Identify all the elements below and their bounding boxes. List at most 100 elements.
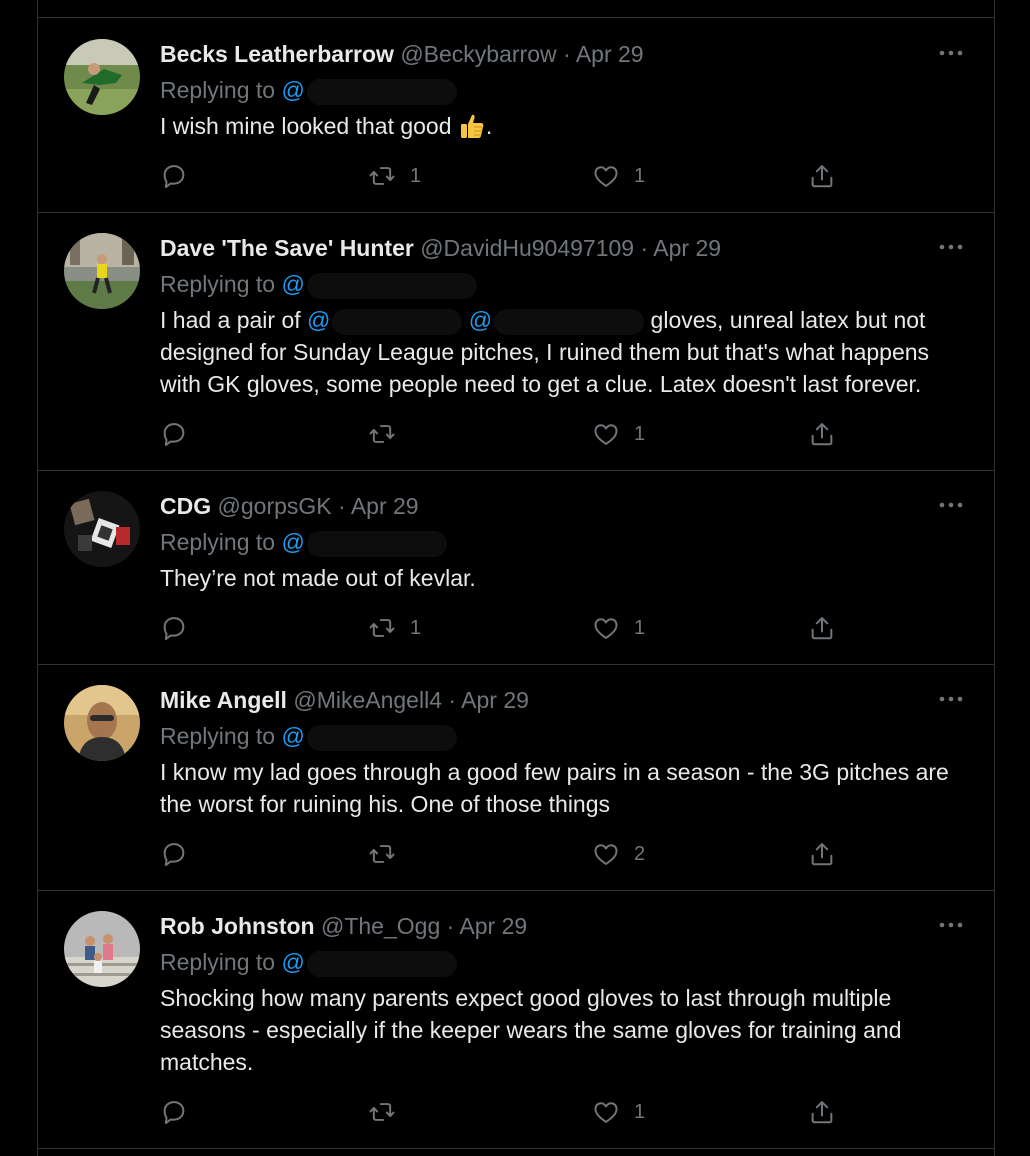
- tweet-cdg[interactable]: CDG @gorpsGK · Apr 29 Replying to @ They…: [38, 470, 994, 665]
- retweet-arrows-icon: [369, 619, 395, 637]
- share-button[interactable]: [808, 838, 836, 870]
- tweet-actions: 1 1: [160, 160, 860, 192]
- tweet-header: CDG @gorpsGK · Apr 29: [160, 492, 419, 520]
- mention-link[interactable]: @: [281, 723, 304, 749]
- avatar[interactable]: [64, 233, 140, 309]
- replying-label: Replying to: [160, 949, 276, 975]
- tweet-date[interactable]: Apr 29: [653, 235, 721, 261]
- retweet-arrows-icon: [369, 425, 395, 443]
- like-count: 1: [634, 616, 646, 639]
- heart-icon: [594, 1102, 618, 1123]
- heart-icon: [594, 618, 618, 639]
- user-handle[interactable]: @Beckybarrow: [400, 41, 556, 67]
- share-button[interactable]: [808, 1096, 836, 1128]
- share-upload-icon: [811, 843, 833, 866]
- retweet-arrows-icon: [369, 1103, 395, 1121]
- retweet-button[interactable]: [368, 1096, 410, 1128]
- user-handle[interactable]: @gorpsGK: [218, 493, 332, 519]
- reply-button[interactable]: [160, 160, 188, 192]
- tweet-text: I wish mine looked that good .: [160, 110, 968, 142]
- user-handle[interactable]: @The_Ogg: [321, 913, 440, 939]
- speech-bubble-icon: [163, 423, 185, 447]
- tweet-text-main: I know my lad goes through a good few pa…: [160, 759, 949, 817]
- more-options-button[interactable]: [936, 910, 966, 940]
- retweet-button[interactable]: 1: [368, 612, 421, 644]
- retweet-count: 1: [410, 164, 422, 187]
- tweet-text: I had a pair of @ @ gloves, unreal latex…: [160, 304, 968, 400]
- replying-label: Replying to: [160, 77, 276, 103]
- separator-dot: ·: [448, 687, 457, 713]
- replying-label: Replying to: [160, 529, 276, 555]
- heart-icon: [594, 844, 618, 865]
- tweet-header: Becks Leatherbarrow @Beckybarrow · Apr 2…: [160, 40, 644, 68]
- like-button[interactable]: 2: [592, 838, 645, 870]
- ellipsis-icon: [939, 502, 963, 508]
- mention-link[interactable]: @: [281, 529, 304, 555]
- tweet-becks[interactable]: Becks Leatherbarrow @Beckybarrow · Apr 2…: [38, 18, 994, 213]
- tweet-date[interactable]: Apr 29: [459, 913, 527, 939]
- share-button[interactable]: [808, 418, 836, 450]
- mention-link[interactable]: @: [469, 307, 492, 333]
- redacted-handle: [494, 308, 645, 335]
- like-button[interactable]: 1: [592, 418, 645, 450]
- tweet-date[interactable]: Apr 29: [576, 41, 644, 67]
- tweet-date[interactable]: Apr 29: [461, 687, 529, 713]
- display-name[interactable]: CDG: [160, 493, 211, 519]
- mention-link[interactable]: @: [281, 949, 304, 975]
- tweet-mike[interactable]: Mike Angell @MikeAngell4 · Apr 29 Replyi…: [38, 664, 994, 891]
- display-name[interactable]: Dave 'The Save' Hunter: [160, 235, 414, 261]
- mention-link[interactable]: @: [307, 307, 330, 333]
- user-handle[interactable]: @DavidHu90497109: [420, 235, 634, 261]
- display-name[interactable]: Mike Angell: [160, 687, 287, 713]
- reply-button[interactable]: [160, 612, 188, 644]
- speech-bubble-icon: [163, 843, 185, 867]
- replying-label: Replying to: [160, 723, 276, 749]
- ellipsis-icon: [939, 696, 963, 702]
- share-button[interactable]: [808, 612, 836, 644]
- tweet-rob[interactable]: Rob Johnston @The_Ogg · Apr 29 Replying …: [38, 890, 994, 1149]
- retweet-button[interactable]: 1: [368, 160, 421, 192]
- more-options-button[interactable]: [936, 232, 966, 262]
- replying-to: Replying to @: [160, 528, 447, 557]
- more-options-button[interactable]: [936, 38, 966, 68]
- display-name[interactable]: Rob Johnston: [160, 913, 315, 939]
- tweet-text: They’re not made out of kevlar.: [160, 562, 968, 594]
- tweet-date[interactable]: Apr 29: [351, 493, 419, 519]
- tweet-header: Mike Angell @MikeAngell4 · Apr 29: [160, 686, 529, 714]
- separator-dot: ·: [640, 235, 649, 261]
- share-button[interactable]: [808, 160, 836, 192]
- tweet-text-main: Shocking how many parents expect good gl…: [160, 985, 902, 1075]
- replying-to: Replying to @: [160, 76, 457, 105]
- avatar[interactable]: [64, 39, 140, 115]
- tweet-actions: 2: [160, 838, 860, 870]
- share-upload-icon: [811, 1101, 833, 1124]
- reply-button[interactable]: [160, 1096, 188, 1128]
- like-button[interactable]: 1: [592, 612, 645, 644]
- replying-to: Replying to @: [160, 948, 457, 977]
- share-upload-icon: [811, 165, 833, 188]
- ellipsis-icon: [939, 244, 963, 250]
- avatar[interactable]: [64, 911, 140, 987]
- mention-link[interactable]: @: [281, 77, 304, 103]
- retweet-button[interactable]: [368, 418, 410, 450]
- separator-dot: ·: [563, 41, 571, 67]
- like-button[interactable]: 1: [592, 1096, 645, 1128]
- tweet-text-intro: I had a pair of: [160, 307, 301, 333]
- more-options-button[interactable]: [936, 684, 966, 714]
- tweet-header: Dave 'The Save' Hunter @DavidHu90497109 …: [160, 234, 721, 262]
- reply-button[interactable]: [160, 418, 188, 450]
- reply-thread: Becks Leatherbarrow @Beckybarrow · Apr 2…: [37, 0, 995, 1156]
- share-upload-icon: [811, 617, 833, 640]
- display-name[interactable]: Becks Leatherbarrow: [160, 41, 394, 67]
- user-handle[interactable]: @MikeAngell4: [293, 687, 442, 713]
- like-button[interactable]: 1: [592, 160, 645, 192]
- more-options-button[interactable]: [936, 490, 966, 520]
- tweet-dave[interactable]: Dave 'The Save' Hunter @DavidHu90497109 …: [38, 212, 994, 471]
- retweet-button[interactable]: [368, 838, 410, 870]
- speech-bubble-icon: [163, 1101, 185, 1125]
- avatar[interactable]: [64, 491, 140, 567]
- mention-link[interactable]: @: [281, 271, 304, 297]
- avatar[interactable]: [64, 685, 140, 761]
- redacted-handle: [332, 308, 463, 335]
- reply-button[interactable]: [160, 838, 188, 870]
